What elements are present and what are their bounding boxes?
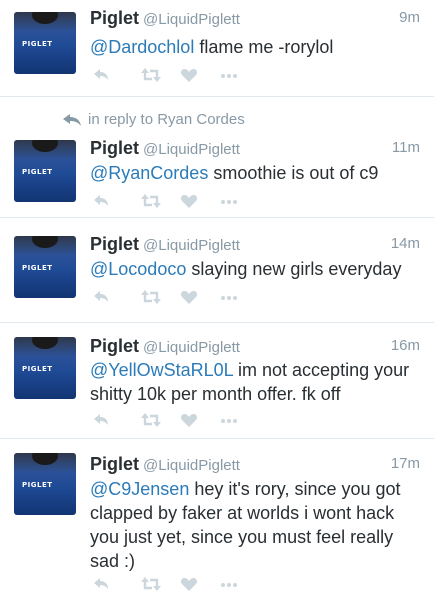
avatar-logo-text: PIGLET — [22, 40, 53, 48]
timestamp[interactable]: 11m — [392, 139, 420, 156]
display-name[interactable]: Piglet — [90, 336, 139, 356]
mention-link[interactable]: @RyanCordes — [90, 163, 208, 183]
tweet[interactable]: PIGLET Piglet @LiquidPiglett 17m @C9Jense… — [0, 439, 434, 600]
tweet-body: slaying new girls everyday — [186, 259, 402, 279]
display-name[interactable]: Piglet — [90, 138, 139, 158]
tweet-text: @Locodoco slaying new girls everyday — [90, 257, 420, 281]
mention-link[interactable]: @Locodoco — [90, 259, 186, 279]
retweet-icon[interactable] — [140, 575, 162, 593]
tweet-text: @YellOwStaRL0L im not accepting your shi… — [90, 358, 420, 406]
reply-icon[interactable] — [92, 192, 110, 210]
user-handle[interactable]: @LiquidPiglett — [143, 141, 240, 158]
user-handle[interactable]: @LiquidPiglett — [143, 339, 240, 356]
like-icon[interactable] — [180, 66, 198, 84]
reply-icon[interactable] — [92, 411, 110, 429]
timestamp[interactable]: 9m — [399, 9, 420, 26]
tweet[interactable]: PIGLET Piglet @LiquidPiglett 14m @Locodoc… — [0, 218, 434, 323]
tweet-body: smoothie is out of c9 — [208, 163, 379, 183]
like-icon[interactable] — [180, 575, 198, 593]
avatar[interactable]: PIGLET — [14, 337, 76, 399]
reply-icon[interactable] — [92, 575, 110, 593]
user-handle[interactable]: @LiquidPiglett — [143, 11, 240, 28]
more-icon[interactable] — [220, 575, 238, 593]
like-icon[interactable] — [180, 288, 198, 306]
display-name[interactable]: Piglet — [90, 8, 139, 28]
avatar-logo-text: PIGLET — [22, 365, 53, 373]
more-icon[interactable] — [220, 411, 238, 429]
more-icon[interactable] — [220, 192, 238, 210]
retweet-icon[interactable] — [140, 411, 162, 429]
tweet-text: @C9Jensen hey it's rory, since you got c… — [90, 477, 420, 573]
avatar[interactable]: PIGLET — [14, 12, 76, 74]
avatar[interactable]: PIGLET — [14, 453, 76, 515]
in-reply-to-label: in reply to Ryan Cordes — [88, 111, 245, 128]
mention-link[interactable]: @Dardochlol — [90, 37, 194, 57]
avatar-logo-text: PIGLET — [22, 168, 53, 176]
tweet-body: flame me -rorylol — [194, 37, 334, 57]
timestamp[interactable]: 17m — [391, 455, 420, 472]
timestamp[interactable]: 14m — [391, 235, 420, 252]
tweet[interactable]: PIGLET Piglet @LiquidPiglett 9m @Dardochl… — [0, 0, 434, 97]
like-icon[interactable] — [180, 192, 198, 210]
tweet-text: @RyanCordes smoothie is out of c9 — [90, 161, 420, 185]
user-handle[interactable]: @LiquidPiglett — [143, 237, 240, 254]
retweet-icon[interactable] — [140, 66, 162, 84]
retweet-icon[interactable] — [140, 192, 162, 210]
tweet[interactable]: PIGLET Piglet @LiquidPiglett 16m @YellOwS… — [0, 323, 434, 439]
tweet-text: @Dardochlol flame me -rorylol — [90, 35, 420, 59]
user-handle[interactable]: @LiquidPiglett — [143, 457, 240, 474]
avatar-logo-text: PIGLET — [22, 264, 53, 272]
display-name[interactable]: Piglet — [90, 454, 139, 474]
timestamp[interactable]: 16m — [391, 337, 420, 354]
reply-arrow-icon — [63, 114, 81, 126]
avatar-logo-text: PIGLET — [22, 481, 53, 489]
mention-link[interactable]: @YellOwStaRL0L — [90, 360, 233, 380]
reply-icon[interactable] — [92, 288, 110, 306]
mention-link[interactable]: @C9Jensen — [90, 479, 189, 499]
avatar[interactable]: PIGLET — [14, 140, 76, 202]
reply-icon[interactable] — [92, 66, 110, 84]
avatar[interactable]: PIGLET — [14, 236, 76, 298]
more-icon[interactable] — [220, 288, 238, 306]
retweet-icon[interactable] — [140, 288, 162, 306]
display-name[interactable]: Piglet — [90, 234, 139, 254]
more-icon[interactable] — [220, 66, 238, 84]
like-icon[interactable] — [180, 411, 198, 429]
